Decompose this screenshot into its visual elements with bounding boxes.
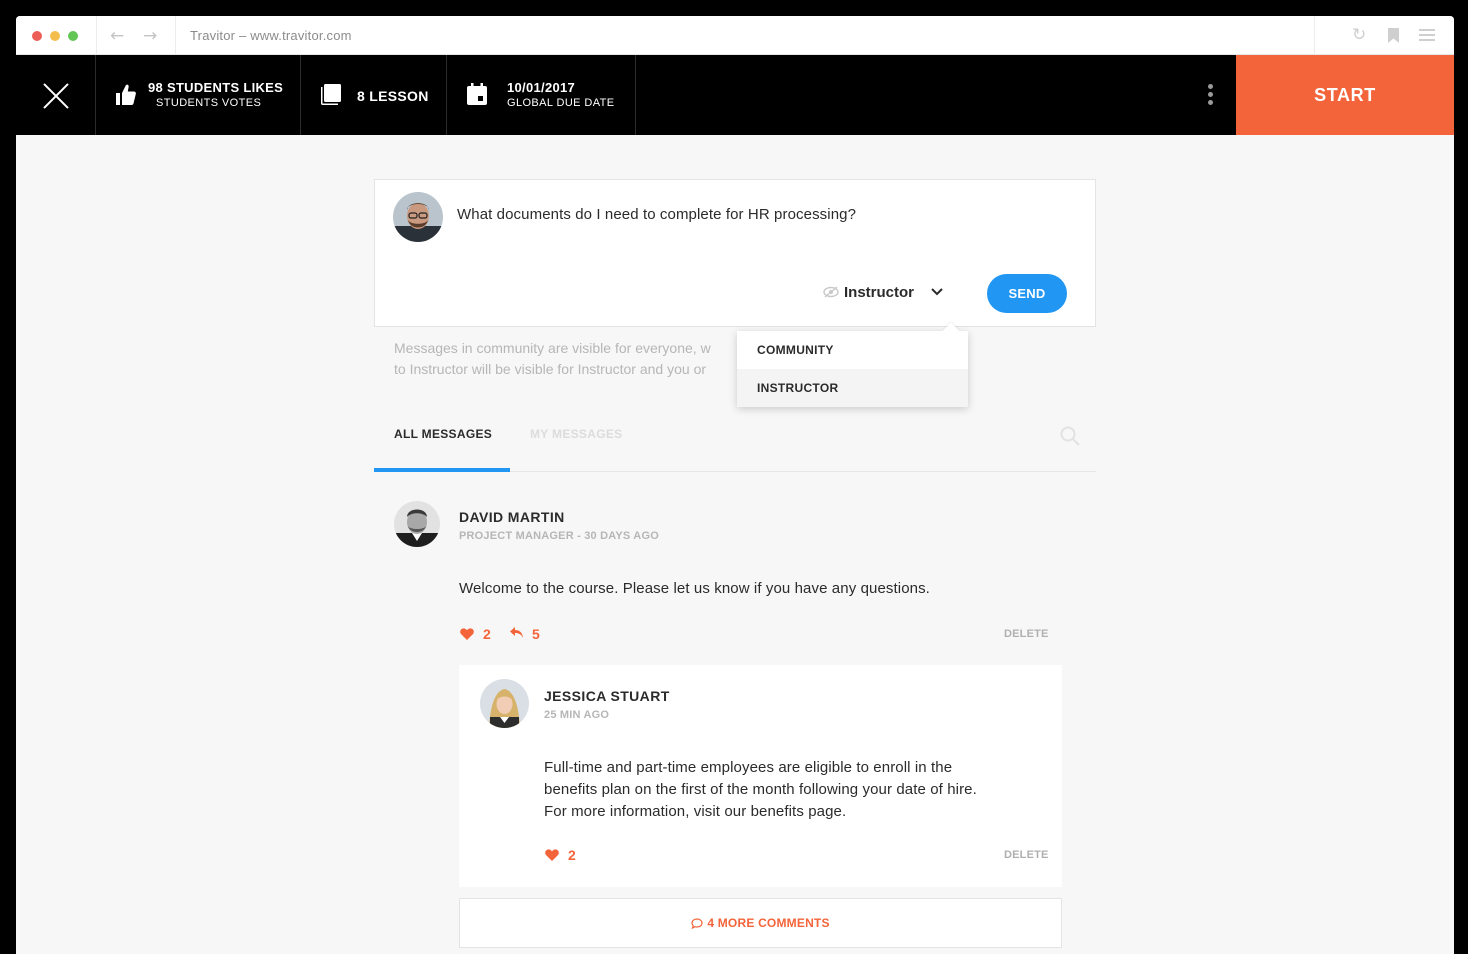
message-text: Welcome to the course. Please let us kno… — [459, 580, 930, 597]
current-user-avatar — [393, 192, 443, 242]
reply-text-line: benefits plan on the first of the month … — [544, 781, 977, 798]
likes-stat: 98 STUDENTS LIKES STUDENTS VOTES — [96, 55, 301, 135]
message-tabs: ALL MESSAGES MY MESSAGES — [374, 411, 1096, 472]
forward-arrow-icon[interactable]: → — [143, 26, 157, 46]
active-tab-indicator — [374, 468, 510, 472]
reply-text: Full-time and part-time employees are el… — [544, 757, 977, 823]
heart-icon[interactable] — [545, 849, 559, 861]
author-avatar — [480, 679, 529, 728]
chrome-divider — [175, 16, 176, 55]
maximize-window-button[interactable] — [68, 31, 78, 41]
chevron-down-icon[interactable] — [931, 288, 943, 296]
author-meta: PROJECT MANAGER - 30 DAYS AGO — [459, 530, 659, 542]
search-icon[interactable] — [1060, 426, 1080, 446]
chrome-divider — [96, 16, 97, 55]
start-button[interactable]: START — [1236, 55, 1454, 135]
more-comments-button[interactable]: 4 MORE COMMENTS — [459, 898, 1062, 948]
thumbs-up-icon — [116, 84, 136, 105]
compose-box: What documents do I need to complete for… — [374, 179, 1096, 327]
tab-all-messages[interactable]: ALL MESSAGES — [394, 427, 492, 441]
reply-text-line: Full-time and part-time employees are el… — [544, 759, 953, 776]
lessons-stat: 8 LESSON — [301, 55, 447, 135]
browser-toolbar: ← → Travitor – www.travitor.com ↻ — [16, 16, 1454, 55]
bookmark-icon[interactable] — [1388, 28, 1399, 43]
eye-hidden-icon — [823, 286, 839, 298]
reply-count[interactable]: 5 — [532, 626, 540, 642]
due-date-value: 10/01/2017 — [507, 80, 576, 95]
lesson-count: 8 LESSON — [357, 88, 429, 104]
likes-label: STUDENTS VOTES — [156, 97, 262, 109]
delete-button[interactable]: DELETE — [1004, 849, 1049, 861]
due-date-label: GLOBAL DUE DATE — [507, 97, 615, 109]
author-avatar — [394, 501, 440, 547]
dropdown-item-instructor[interactable]: INSTRUCTOR — [737, 369, 968, 407]
browser-window: ← → Travitor – www.travitor.com ↻ 98 STU… — [16, 16, 1454, 954]
tab-my-messages[interactable]: MY MESSAGES — [530, 427, 622, 441]
author-meta: 25 MIN AGO — [544, 709, 610, 721]
close-window-button[interactable] — [32, 31, 42, 41]
comment-icon — [691, 918, 703, 930]
reply-text-line: For more information, visit our benefits… — [544, 803, 847, 820]
chrome-divider — [1314, 16, 1315, 55]
send-button[interactable]: SEND — [987, 274, 1067, 313]
address-bar[interactable]: Travitor – www.travitor.com — [190, 28, 352, 43]
compose-input[interactable]: What documents do I need to complete for… — [457, 206, 856, 223]
calendar-icon — [467, 83, 487, 105]
like-count[interactable]: 2 — [568, 847, 576, 863]
minimize-window-button[interactable] — [50, 31, 60, 41]
like-count[interactable]: 2 — [483, 626, 491, 642]
heart-icon[interactable] — [460, 628, 474, 640]
delete-button[interactable]: DELETE — [1004, 628, 1049, 640]
reload-icon[interactable]: ↻ — [1352, 25, 1366, 45]
visibility-select[interactable]: Instructor — [844, 284, 914, 301]
menu-icon[interactable] — [1419, 29, 1435, 41]
reply-card: JESSICA STUART 25 MIN AGO Full-time and … — [459, 665, 1062, 887]
reply-icon[interactable] — [510, 627, 524, 639]
author-name[interactable]: JESSICA STUART — [544, 688, 670, 704]
dropdown-item-community[interactable]: COMMUNITY — [737, 331, 968, 369]
book-icon — [321, 84, 341, 105]
author-name[interactable]: DAVID MARTIN — [459, 509, 565, 525]
due-date-stat: 10/01/2017 GLOBAL DUE DATE — [447, 55, 636, 135]
back-arrow-icon[interactable]: ← — [110, 26, 124, 46]
likes-count: 98 STUDENTS LIKES — [148, 80, 284, 95]
more-comments-label: 4 MORE COMMENTS — [707, 916, 830, 930]
visibility-dropdown: COMMUNITY INSTRUCTOR — [737, 331, 968, 407]
more-options-icon[interactable] — [1208, 84, 1214, 108]
close-cell[interactable] — [16, 55, 96, 135]
course-header-bar: 98 STUDENTS LIKES STUDENTS VOTES 8 LESSO… — [16, 55, 1454, 135]
close-icon[interactable] — [42, 82, 70, 110]
